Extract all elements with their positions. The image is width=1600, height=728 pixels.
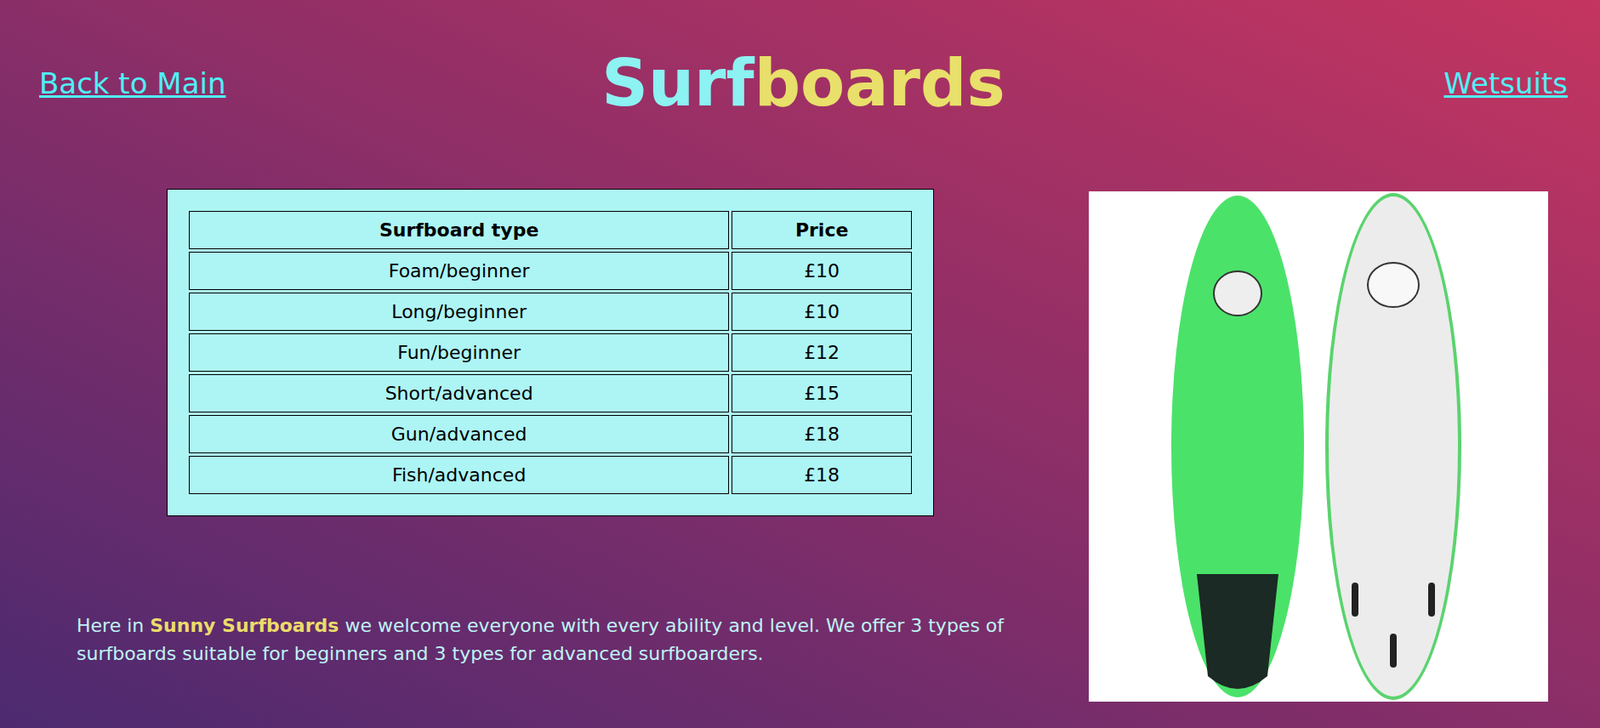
column-header: Price — [731, 210, 912, 250]
table-row: Long/beginner£10 — [188, 292, 912, 331]
page: Back to Main Surfboards Wetsuits Surfboa… — [0, 0, 1600, 728]
column-header: Surfboard type — [188, 210, 729, 250]
table-row: Fun/beginner£12 — [188, 333, 912, 372]
table-cell: £18 — [731, 455, 912, 495]
header: Back to Main Surfboards Wetsuits — [0, 0, 1600, 116]
table-cell: Foam/beginner — [188, 251, 729, 291]
intro-text: Here in Sunny Surfboards we welcome ever… — [76, 611, 1047, 668]
table-cell: £10 — [731, 251, 912, 291]
table-cell: Short/advanced — [188, 374, 729, 413]
content: Surfboard typePriceFoam/beginner£10Long/… — [0, 188, 1600, 702]
back-link[interactable]: Back to Main — [39, 66, 226, 101]
surfboard-photo — [1088, 191, 1549, 702]
table-cell: £15 — [731, 374, 912, 413]
table-row: Short/advanced£15 — [188, 374, 912, 413]
table-cell: £12 — [731, 333, 912, 372]
surfboards-icon — [1088, 191, 1549, 702]
wetsuits-link[interactable]: Wetsuits — [1443, 66, 1568, 101]
table-cell: £10 — [731, 292, 912, 331]
table-cell: Gun/advanced — [188, 415, 729, 454]
table-row: Foam/beginner£10 — [188, 251, 912, 291]
table-row: Fish/advanced£18 — [188, 455, 912, 495]
table-cell: Fish/advanced — [188, 455, 729, 495]
table-cell: Fun/beginner — [188, 333, 729, 372]
table-header: Surfboard typePrice — [188, 210, 912, 250]
table-row: Gun/advanced£18 — [188, 415, 912, 454]
page-title: Surfboards — [601, 51, 1005, 116]
table-cell: £18 — [731, 415, 912, 454]
table-cell: Long/beginner — [188, 292, 729, 331]
price-table: Surfboard typePriceFoam/beginner£10Long/… — [166, 188, 934, 517]
brand-name: Sunny Surfboards — [149, 614, 339, 637]
